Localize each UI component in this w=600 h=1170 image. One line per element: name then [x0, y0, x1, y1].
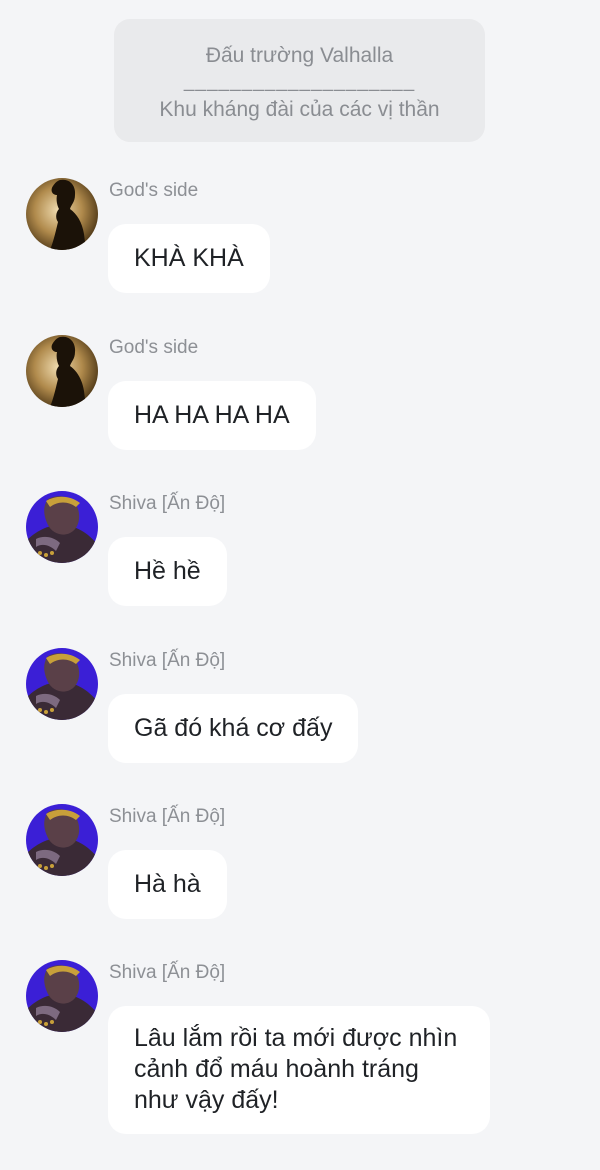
- shiva-avatar[interactable]: [26, 804, 98, 876]
- message-bubble[interactable]: KHÀ KHÀ: [108, 224, 270, 293]
- shiva-avatar[interactable]: [26, 491, 98, 563]
- sender-name: Shiva [Ấn Độ]: [109, 650, 226, 671]
- message-bubble[interactable]: Gã đó khá cơ đấy: [108, 694, 359, 763]
- chat-header-card: Đấu trường Valhalla ____________________…: [114, 19, 485, 142]
- chat-title: Đấu trường Valhalla: [205, 44, 394, 67]
- sender-name: Shiva [Ấn Độ]: [109, 962, 226, 983]
- message-bubble[interactable]: Hề hề: [108, 537, 227, 606]
- gods-side-avatar[interactable]: [26, 178, 98, 250]
- sender-name: God's side: [109, 337, 199, 358]
- shiva-avatar[interactable]: [26, 648, 98, 720]
- sender-name: Shiva [Ấn Độ]: [109, 493, 226, 514]
- sender-name: Shiva [Ấn Độ]: [109, 806, 226, 827]
- message-bubble[interactable]: Hà hà: [108, 850, 227, 919]
- message-bubble[interactable]: Lâu lắm rồi ta mới được nhìn cảnh đổ máu…: [108, 1006, 490, 1134]
- shiva-avatar[interactable]: [26, 960, 98, 1032]
- chat-subtitle: Khu kháng đài của các vị thần: [159, 98, 440, 121]
- sender-name: God's side: [109, 180, 199, 201]
- header-divider: ____________________: [183, 71, 416, 92]
- gods-side-avatar[interactable]: [26, 335, 98, 407]
- message-bubble[interactable]: HA HA HA HA: [108, 381, 316, 450]
